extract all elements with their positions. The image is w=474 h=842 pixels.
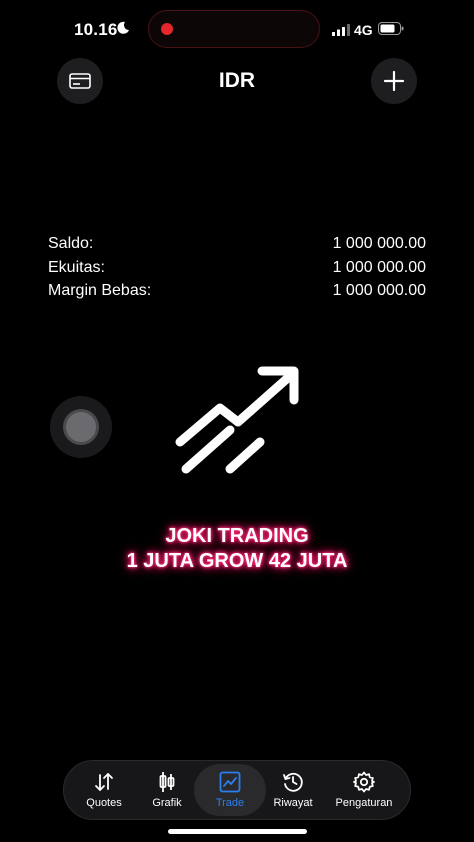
add-button[interactable] [371,58,417,104]
tab-label-grafik: Grafik [152,797,182,809]
free-margin-row: Margin Bebas: 1 000 000.00 [48,279,426,303]
balance-label: Saldo: [48,235,94,252]
bottom-tab-bar: Quotes Grafik Trade Riwayat Pengaturan [63,760,411,820]
status-time: 10.16 [74,20,118,39]
dynamic-island [148,10,320,48]
tab-pengaturan[interactable]: Pengaturan [326,764,402,816]
trading-logo-icon [175,366,299,474]
balance-row: Saldo: 1 000 000.00 [48,232,426,256]
network-type: 4G [354,22,373,38]
promo-line-1: JOKI TRADING [165,525,309,547]
equity-value: 1 000 000.00 [332,258,426,276]
tab-grafik[interactable]: Grafik [135,764,199,816]
tab-label-quotes: Quotes [86,797,122,809]
arrows-updown-icon [93,771,115,793]
tab-trade[interactable]: Trade [194,764,266,816]
signal-icon [332,24,350,36]
status-bar: 10.16 4G [0,0,474,58]
gear-icon [353,771,375,793]
balance-value: 1 000 000.00 [332,235,426,252]
candlestick-icon [158,771,176,793]
moon-icon [117,21,129,34]
battery-icon [378,22,404,35]
free-margin-value: 1 000 000.00 [332,282,426,299]
account-summary: Saldo: 1 000 000.00 Ekuitas: 1 000 000.0… [48,232,426,303]
assistive-touch-button[interactable] [50,396,112,458]
header: IDR [0,58,474,106]
tab-riwayat[interactable]: Riwayat [261,764,325,816]
tab-quotes[interactable]: Quotes [72,764,136,816]
tab-label-riwayat: Riwayat [273,797,313,809]
promo-text: JOKI TRADING 1 JUTA GROW 42 JUTA [0,524,474,574]
history-icon [282,771,304,793]
home-indicator[interactable] [168,829,307,834]
tab-label-pengaturan: Pengaturan [335,797,393,809]
tab-label-trade: Trade [215,797,245,809]
equity-label: Ekuitas: [48,258,105,276]
free-margin-label: Margin Bebas: [48,282,152,299]
trade-chart-icon [219,771,241,793]
promo-line-2: 1 JUTA GROW 42 JUTA [126,550,348,572]
recording-indicator-icon [161,23,173,35]
plus-icon [384,71,404,91]
assistive-touch-inner [63,409,99,445]
equity-row: Ekuitas: 1 000 000.00 [48,256,426,280]
